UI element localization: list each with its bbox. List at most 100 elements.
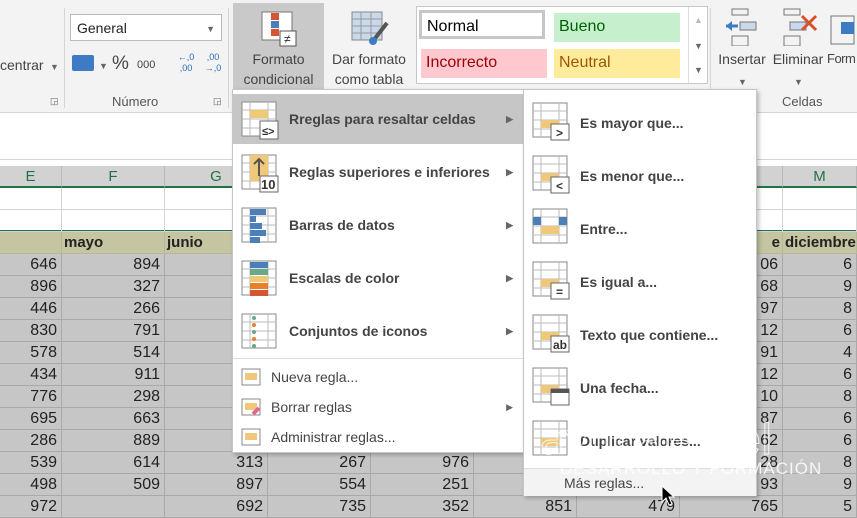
empty-row-cell[interactable] [0, 188, 62, 210]
table-row-cell[interactable]: 267 [268, 452, 371, 474]
month-header-row-cell[interactable] [0, 232, 62, 254]
currency-format-icon[interactable] [72, 55, 94, 71]
table-row-cell[interactable]: 5 [783, 496, 857, 518]
dialog-launcher-icon[interactable]: ◲ [213, 96, 222, 107]
table-row-cell[interactable]: 251 [371, 474, 474, 496]
table-row-cell[interactable]: 896 [0, 276, 62, 298]
submenu-item-less[interactable]: < Es menor que... [524, 149, 756, 202]
table-row-cell[interactable]: 776 [0, 386, 62, 408]
menu-item-manage-rules[interactable]: Administrar reglas... [233, 422, 523, 452]
submenu-item-date[interactable]: Una fecha... [524, 361, 756, 414]
empty-row-cell[interactable] [62, 188, 165, 210]
thousands-button[interactable]: 000 [137, 55, 155, 75]
table-row-cell[interactable]: 9 [783, 276, 857, 298]
table-row-cell[interactable]: 266 [62, 298, 165, 320]
table-row-cell[interactable]: 6 [783, 408, 857, 430]
column-header-cell[interactable]: M [783, 166, 857, 188]
table-row-cell[interactable]: 298 [62, 386, 165, 408]
empty-row-cell[interactable] [783, 210, 857, 232]
style-bueno[interactable]: Bueno [554, 13, 680, 42]
table-row-cell[interactable]: 286 [0, 430, 62, 452]
table-row-cell[interactable]: 889 [62, 430, 165, 452]
table-row-cell[interactable]: 327 [62, 276, 165, 298]
submenu-item-text[interactable]: ab Texto que contiene... [524, 308, 756, 361]
month-header-row-cell[interactable]: mayo [62, 232, 165, 254]
empty-row-cell[interactable] [62, 210, 165, 232]
table-row-cell[interactable]: 313 [165, 452, 268, 474]
submenu-item-greater[interactable]: > Es mayor que... [524, 96, 756, 149]
table-row-cell[interactable]: 6 [783, 254, 857, 276]
table-row-cell[interactable]: 791 [62, 320, 165, 342]
dialog-launcher-icon[interactable]: ◲ [50, 96, 59, 107]
month-header-row-cell[interactable]: diciembre [783, 232, 857, 254]
table-row-cell[interactable]: 765 [680, 496, 783, 518]
more-styles-icon[interactable]: ▼ [694, 65, 703, 75]
merge-center-button[interactable]: centrar [0, 55, 44, 75]
table-row-cell[interactable]: 554 [268, 474, 371, 496]
chevron-down-icon[interactable]: ▼ [99, 61, 108, 71]
table-row-cell[interactable]: 830 [0, 320, 62, 342]
menu-item-highlight-rules[interactable]: ≤> Rreglas para resaltar celdas ▶ [233, 94, 523, 144]
table-row-cell[interactable]: 695 [0, 408, 62, 430]
table-row-cell[interactable]: 509 [62, 474, 165, 496]
increase-decimal-button[interactable]: ←,0 ,00 [175, 52, 197, 74]
conditional-format-button[interactable]: ≠ Formato condicional [233, 3, 324, 89]
table-row-cell[interactable]: 663 [62, 408, 165, 430]
table-row-cell[interactable]: 6 [783, 430, 857, 452]
menu-item-top-bottom-rules[interactable]: 10 Reglas superiores e inferiores ▶ [233, 147, 523, 197]
gallery-scrollbar[interactable]: ▲ ▼ ▼ [688, 7, 708, 83]
table-row-cell[interactable]: 911 [62, 364, 165, 386]
style-normal[interactable]: Normal [419, 10, 545, 39]
menu-item-icon-sets[interactable]: Conjuntos de iconos ▶ [233, 306, 523, 356]
table-row-cell[interactable]: 9 [783, 474, 857, 496]
table-row-cell[interactable]: 646 [0, 254, 62, 276]
number-format-select[interactable]: General ▼ [70, 14, 222, 41]
table-row-cell[interactable]: 8 [783, 452, 857, 474]
menu-item-data-bars[interactable]: Barras de datos ▶ [233, 200, 523, 250]
table-row-cell[interactable] [62, 496, 165, 518]
table-row-cell[interactable]: 897 [165, 474, 268, 496]
empty-row-cell[interactable] [0, 210, 62, 232]
submenu-item-equal[interactable]: = Es igual a... [524, 255, 756, 308]
table-row-cell[interactable]: 6 [783, 364, 857, 386]
table-row-cell[interactable]: 4 [783, 342, 857, 364]
decrease-decimal-button[interactable]: ,00 →,0 [202, 52, 224, 74]
format-button[interactable]: Form [826, 6, 857, 88]
table-row-cell[interactable]: 972 [0, 496, 62, 518]
table-row-cell[interactable]: 8 [783, 298, 857, 320]
table-row-cell[interactable]: 578 [0, 342, 62, 364]
table-row-cell[interactable]: 851 [474, 496, 577, 518]
table-row-cell[interactable]: 514 [62, 342, 165, 364]
table-row-cell[interactable]: 498 [0, 474, 62, 496]
table-row-cell[interactable]: 352 [371, 496, 474, 518]
table-row-cell[interactable]: 8 [783, 386, 857, 408]
table-row-cell[interactable]: 614 [62, 452, 165, 474]
table-row-cell[interactable]: 692 [165, 496, 268, 518]
submenu-item-duplicate[interactable]: Duplicar valores... [524, 414, 756, 467]
percent-button[interactable]: % [112, 54, 129, 74]
style-incorrecto[interactable]: Incorrecto [421, 49, 547, 78]
delete-button[interactable]: Eliminar ▼ [770, 6, 826, 88]
style-neutral[interactable]: Neutral [554, 49, 680, 78]
table-row-cell[interactable]: 446 [0, 298, 62, 320]
menu-item-color-scales[interactable]: Escalas de color ▶ [233, 253, 523, 303]
menu-item-clear-rules[interactable]: Borrar reglas ▶ [233, 392, 523, 422]
table-row-cell[interactable]: 539 [0, 452, 62, 474]
table-row-cell[interactable]: 434 [0, 364, 62, 386]
column-header-cell[interactable]: E [0, 166, 62, 188]
scroll-up-icon[interactable]: ▲ [694, 15, 703, 25]
submenu-item-between[interactable]: Entre... [524, 202, 756, 255]
empty-row-cell[interactable] [783, 188, 857, 210]
format-as-table-button[interactable]: Dar formato como tabla [325, 3, 413, 89]
menu-item-new-rule[interactable]: Nueva regla... [233, 362, 523, 392]
more-rules-button[interactable]: Más reglas... [524, 468, 756, 496]
table-row-cell[interactable]: 735 [268, 496, 371, 518]
chevron-down-icon[interactable]: ▼ [50, 62, 59, 72]
table-row-cell[interactable]: 6 [783, 320, 857, 342]
chevron-right-icon: ▶ [506, 272, 513, 283]
table-row-cell[interactable]: 976 [371, 452, 474, 474]
table-row-cell[interactable]: 894 [62, 254, 165, 276]
insert-button[interactable]: Insertar ▼ [714, 6, 770, 88]
scroll-down-icon[interactable]: ▼ [694, 41, 703, 51]
column-header-cell[interactable]: F [62, 166, 165, 188]
